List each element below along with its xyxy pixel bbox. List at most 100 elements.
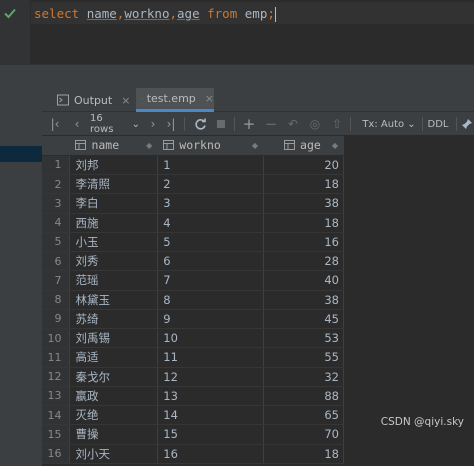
previous-page-icon[interactable]: ‹ [70, 116, 84, 132]
cell-age[interactable]: 70 [263, 424, 344, 445]
column-header-age[interactable]: age ◆ [263, 136, 344, 156]
cell-name[interactable]: 嬴政 [69, 386, 159, 407]
cell-name[interactable]: 刘禹锡 [69, 328, 159, 349]
cell-name[interactable]: 高适 [69, 347, 159, 368]
cell-name[interactable]: 灭绝 [69, 405, 159, 426]
cell-name[interactable]: 刘秀 [69, 251, 159, 272]
cell-age[interactable]: 20 [263, 155, 344, 176]
cell-name[interactable]: 李白 [69, 193, 159, 214]
close-icon[interactable]: × [121, 94, 130, 107]
delete-row-icon[interactable]: − [264, 115, 278, 133]
sql-statement[interactable]: select name,workno,age from emp; [34, 6, 276, 22]
cell-name[interactable]: 李清照 [69, 174, 159, 195]
transaction-mode-dropdown[interactable]: Tx: Auto ⌄ [360, 116, 418, 132]
table-row[interactable]: 4 西施 4 18 [42, 213, 344, 233]
cell-workno[interactable]: 9 [157, 309, 265, 330]
table-row[interactable]: 13 嬴政 13 88 [42, 386, 344, 407]
close-icon[interactable]: × [205, 92, 214, 105]
cell-workno[interactable]: 1 [157, 155, 265, 176]
cell-workno[interactable]: 8 [157, 290, 265, 310]
pin-icon[interactable] [460, 116, 474, 132]
cell-workno[interactable]: 12 [157, 367, 265, 387]
cell-age[interactable]: 55 [263, 347, 344, 368]
table-row[interactable]: 15 曹操 15 70 [42, 424, 344, 445]
cell-name[interactable]: 苏绮 [69, 309, 159, 330]
sort-icon[interactable]: ◆ [332, 141, 338, 150]
cell-name[interactable]: 刘邦 [69, 155, 159, 176]
cell-workno[interactable]: 11 [157, 347, 265, 368]
first-page-icon[interactable]: |‹ [48, 116, 62, 132]
cell-age[interactable]: 38 [263, 290, 344, 310]
cell-age[interactable]: 38 [263, 193, 344, 214]
table-row[interactable]: 8 林黛玉 8 38 [42, 290, 344, 310]
sort-icon[interactable]: ◆ [252, 141, 258, 150]
cell-name[interactable]: 范瑶 [69, 270, 159, 291]
semicolon: ; [267, 6, 275, 21]
table-row[interactable]: 9 苏绮 9 45 [42, 309, 344, 330]
cell-name[interactable]: 秦戈尔 [69, 367, 159, 387]
tab-output[interactable]: Output × [54, 88, 138, 112]
table-row[interactable]: 1 刘邦 1 20 [42, 155, 344, 176]
cell-workno[interactable]: 6 [157, 251, 265, 272]
table-row[interactable]: 11 高适 11 55 [42, 347, 344, 368]
tab-test-emp[interactable]: test.emp × [136, 88, 214, 112]
revert-icon[interactable]: ↶ [286, 116, 300, 132]
cell-age[interactable]: 18 [263, 174, 344, 195]
table-row[interactable]: 12 秦戈尔 12 32 [42, 367, 344, 387]
cell-name[interactable]: 西施 [69, 213, 159, 233]
toolbar-separator [422, 117, 423, 131]
cell-age[interactable]: 18 [263, 213, 344, 233]
cell-age[interactable]: 88 [263, 386, 344, 407]
stop-icon[interactable] [214, 116, 228, 132]
ddl-button[interactable]: DDL [426, 116, 450, 132]
table-emp: emp [244, 6, 268, 21]
table-row[interactable]: 7 范瑶 7 40 [42, 270, 344, 291]
panel-divider[interactable] [0, 64, 474, 88]
row-number: 3 [42, 193, 71, 214]
cell-age[interactable]: 65 [263, 405, 344, 426]
cell-workno[interactable]: 2 [157, 174, 265, 195]
table-row[interactable]: 6 刘秀 6 28 [42, 251, 344, 272]
cell-workno[interactable]: 3 [157, 193, 265, 214]
cell-name[interactable]: 小玉 [69, 232, 159, 253]
result-grid[interactable]: name ◆ workno ◆ age ◆ 1 刘邦 1 20 2 李清照 2 18 3 李白 [42, 136, 344, 464]
cell-workno[interactable]: 13 [157, 386, 265, 407]
add-row-icon[interactable]: + [242, 115, 256, 133]
cell-age[interactable]: 40 [263, 270, 344, 291]
cell-workno[interactable]: 4 [157, 213, 265, 233]
table-row[interactable]: 10 刘禹锡 10 53 [42, 328, 344, 349]
column-icon [284, 140, 296, 151]
cell-workno[interactable]: 16 [157, 444, 265, 464]
page-size-dropdown[interactable]: 16 rows ⌄ [90, 113, 140, 135]
cell-age[interactable]: 45 [263, 309, 344, 330]
next-page-icon[interactable]: › [146, 116, 160, 132]
cell-name[interactable]: 刘小天 [69, 444, 159, 464]
cell-name[interactable]: 林黛玉 [69, 290, 159, 310]
table-row[interactable]: 3 李白 3 38 [42, 193, 344, 214]
cell-age[interactable]: 53 [263, 328, 344, 349]
cell-workno[interactable]: 10 [157, 328, 265, 349]
cell-age[interactable]: 28 [263, 251, 344, 272]
sort-icon[interactable]: ◆ [146, 141, 152, 150]
cell-workno[interactable]: 7 [157, 270, 265, 291]
cell-age[interactable]: 18 [263, 444, 344, 464]
last-page-icon[interactable]: ›| [164, 116, 178, 132]
submit-icon[interactable]: ⇧ [330, 116, 344, 132]
cell-workno[interactable]: 5 [157, 232, 265, 253]
cell-age[interactable]: 16 [263, 232, 344, 253]
table-row[interactable]: 2 李清照 2 18 [42, 174, 344, 195]
cell-name[interactable]: 曹操 [69, 424, 159, 445]
table-row[interactable]: 14 灭绝 14 65 [42, 405, 344, 426]
sql-editor[interactable]: select name,workno,age from emp; [0, 0, 474, 64]
table-row[interactable]: 16 刘小天 16 18 [42, 444, 344, 464]
cell-workno[interactable]: 14 [157, 405, 265, 426]
tab-output-label: Output [74, 93, 113, 107]
column-header-workno[interactable]: workno ◆ [157, 136, 265, 156]
table-row[interactable]: 5 小玉 5 16 [42, 232, 344, 253]
toolbar-separator [234, 117, 235, 131]
cell-age[interactable]: 32 [263, 367, 344, 387]
cell-workno[interactable]: 15 [157, 424, 265, 445]
refresh-icon[interactable] [192, 116, 208, 132]
preview-changes-icon[interactable]: ◎ [308, 116, 322, 132]
column-header-name[interactable]: name ◆ [69, 136, 159, 156]
